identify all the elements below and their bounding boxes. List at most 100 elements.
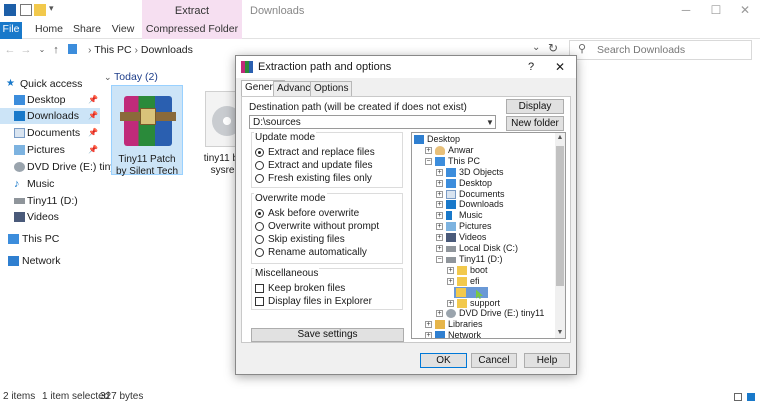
picture-icon xyxy=(446,222,456,232)
expand-icon[interactable]: + xyxy=(436,190,443,198)
expand-icon[interactable]: + xyxy=(436,245,443,252)
radio-button[interactable] xyxy=(255,161,264,170)
radio-button[interactable] xyxy=(255,235,264,244)
file-item[interactable]: Tiny11 Patch by Silent Tech xyxy=(111,85,183,177)
dialog-help-icon[interactable]: ? xyxy=(524,56,538,78)
radio-button[interactable] xyxy=(255,174,264,183)
collapse-icon[interactable]: − xyxy=(436,255,443,263)
expand-icon[interactable]: + xyxy=(436,223,443,231)
nav-pictures[interactable]: Pictures 📌 xyxy=(0,142,100,158)
new-folder-icon[interactable] xyxy=(34,4,46,16)
forward-arrow-icon[interactable]: → xyxy=(20,43,32,57)
recent-chevron-icon[interactable]: ⌄ xyxy=(36,43,48,57)
checkbox[interactable] xyxy=(255,297,264,306)
tab-home[interactable]: Home xyxy=(34,22,64,39)
nav-dvd-drive[interactable]: DVD Drive (E:) tiny1 xyxy=(0,159,122,175)
collapse-icon[interactable]: − xyxy=(425,157,432,165)
nav-quick-access[interactable]: ★ Quick access xyxy=(0,76,100,92)
expand-icon[interactable]: + xyxy=(425,146,432,154)
destination-path-combobox[interactable]: D:\sources ▼ xyxy=(249,115,496,129)
expand-icon[interactable]: + xyxy=(436,168,443,176)
nav-videos[interactable]: Videos xyxy=(0,209,100,225)
tree-node[interactable]: + support xyxy=(447,298,554,309)
refresh-icon[interactable]: ↻ xyxy=(548,41,558,55)
tree-node[interactable]: Desktop xyxy=(414,134,554,145)
breadcrumb[interactable]: › This PC › Downloads xyxy=(88,42,193,58)
tree-node[interactable]: − This PC xyxy=(425,156,554,167)
help-button[interactable]: Help xyxy=(524,353,570,368)
expand-icon[interactable]: + xyxy=(436,201,443,209)
tree-node[interactable]: + Music xyxy=(436,210,554,221)
tree-node[interactable]: + Local Disk (C:) xyxy=(436,243,554,254)
tree-node[interactable]: + Network xyxy=(425,330,554,338)
nav-downloads[interactable]: Downloads 📌 xyxy=(0,108,100,124)
tree-node-label: Music xyxy=(459,210,483,221)
up-arrow-icon[interactable]: ↑ xyxy=(50,43,62,57)
tree-node[interactable]: + Libraries xyxy=(425,319,554,330)
scroll-up-icon[interactable]: ▲ xyxy=(555,133,565,143)
nav-tiny11-drive[interactable]: Tiny11 (D:) xyxy=(0,193,100,209)
minimize-button[interactable]: ─ xyxy=(671,0,701,22)
tab-view[interactable]: View xyxy=(110,22,136,39)
maximize-button[interactable]: ☐ xyxy=(701,0,731,22)
new-folder-button[interactable]: New folder xyxy=(506,116,564,131)
tree-node[interactable]: + Anwar xyxy=(425,145,554,156)
radio-button[interactable] xyxy=(255,248,264,257)
expand-icon[interactable]: + xyxy=(447,266,454,274)
nav-music[interactable]: ♪ Music xyxy=(0,176,100,192)
address-dropdown-icon[interactable]: ⌄ xyxy=(532,42,540,53)
nav-documents[interactable]: Documents 📌 xyxy=(0,125,100,141)
tree-node[interactable] xyxy=(454,286,488,299)
expand-icon[interactable]: + xyxy=(436,179,443,187)
scroll-thumb[interactable] xyxy=(556,146,564,286)
radio-button[interactable] xyxy=(255,148,264,157)
breadcrumb-this-pc[interactable]: This PC xyxy=(94,44,131,56)
radio-button[interactable] xyxy=(255,222,264,231)
tree-node[interactable]: + Desktop xyxy=(436,178,554,189)
folder-tree[interactable]: Desktop + Anwar − This PC +3D Objects + Desktop… xyxy=(411,132,566,339)
properties-icon[interactable] xyxy=(20,4,32,16)
tree-node[interactable]: +3D Objects xyxy=(436,167,554,178)
expand-icon[interactable]: + xyxy=(425,332,432,338)
nav-network[interactable]: Network xyxy=(0,253,100,269)
tree-node[interactable]: + Videos xyxy=(436,232,554,243)
customize-qat-icon[interactable]: ▾ xyxy=(49,3,54,14)
details-view-icon[interactable] xyxy=(734,393,742,401)
expand-icon[interactable]: + xyxy=(425,321,432,329)
close-button[interactable]: ✕ xyxy=(730,0,760,22)
expand-icon[interactable]: + xyxy=(436,212,443,220)
group-header-today[interactable]: ⌄ Today (2) xyxy=(104,70,158,84)
tab-file[interactable]: File xyxy=(0,22,22,39)
save-settings-button[interactable]: Save settings xyxy=(251,328,404,342)
chevron-down-icon[interactable]: ▼ xyxy=(486,116,494,129)
tree-node[interactable]: + Pictures xyxy=(436,221,554,232)
breadcrumb-downloads[interactable]: Downloads xyxy=(141,44,193,56)
checkbox[interactable] xyxy=(255,284,264,293)
tree-node[interactable]: + Documents xyxy=(436,189,554,200)
tree-node[interactable]: − Tiny11 (D:) xyxy=(436,254,554,265)
ok-button[interactable]: OK xyxy=(420,353,467,368)
back-arrow-icon[interactable]: ← xyxy=(4,43,16,57)
nav-desktop[interactable]: Desktop 📌 xyxy=(0,92,100,108)
nav-this-pc[interactable]: This PC xyxy=(0,231,100,247)
tab-compressed-folder-tools[interactable]: Compressed Folder Tools xyxy=(142,22,242,50)
search-input[interactable]: Search Downloads xyxy=(597,42,685,58)
display-button[interactable]: Display xyxy=(506,99,564,114)
radio-button[interactable] xyxy=(255,209,264,218)
tree-node[interactable]: + boot xyxy=(447,265,554,276)
tab-options[interactable]: Options xyxy=(310,81,353,96)
expand-icon[interactable]: + xyxy=(447,299,454,307)
tree-node[interactable]: + efi xyxy=(447,276,554,287)
expand-icon[interactable]: + xyxy=(436,234,443,242)
expand-icon[interactable]: + xyxy=(447,277,454,285)
extract-context-tab[interactable]: Extract xyxy=(142,0,242,22)
tree-scrollbar[interactable]: ▲ ▼ xyxy=(555,133,565,338)
scroll-down-icon[interactable]: ▼ xyxy=(555,328,565,338)
cancel-button[interactable]: Cancel xyxy=(471,353,517,368)
tree-node[interactable]: + Downloads xyxy=(436,199,554,210)
tree-node[interactable]: + DVD Drive (E:) tiny11 xyxy=(436,308,554,319)
large-icons-view-icon[interactable] xyxy=(747,393,755,401)
tab-share[interactable]: Share xyxy=(72,22,102,39)
dialog-close-button[interactable]: ✕ xyxy=(550,56,570,78)
expand-icon[interactable]: + xyxy=(436,310,443,318)
